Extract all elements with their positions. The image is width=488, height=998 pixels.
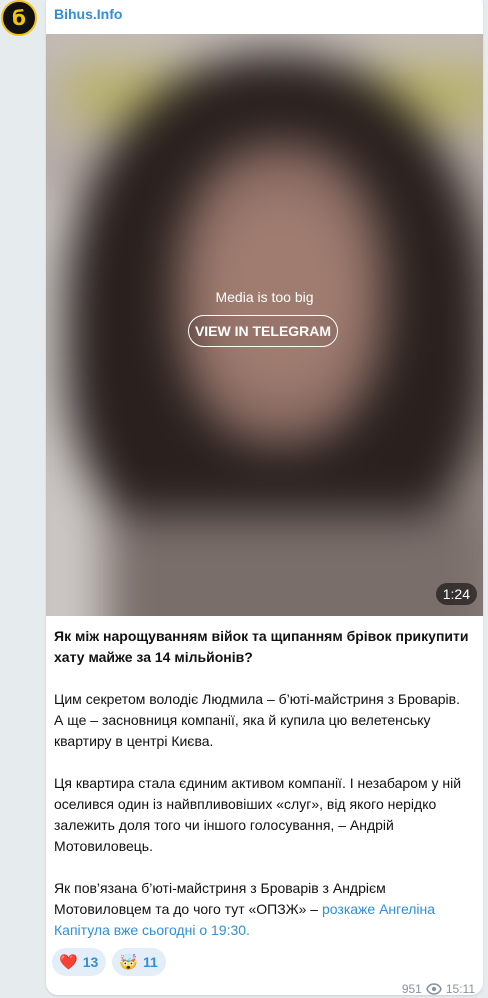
exploding-head-emoji-icon: 🤯 xyxy=(119,953,138,971)
video-preview[interactable]: Media is too big VIEW IN TELEGRAM 1:24 xyxy=(46,34,483,616)
post-text: Як між нарощуванням війок та щипанням бр… xyxy=(54,626,469,941)
view-count: 951 xyxy=(401,982,422,995)
heart-emoji-icon: ❤️ xyxy=(59,953,78,971)
post-headline: Як між нарощуванням війок та щипанням бр… xyxy=(54,628,469,665)
message-meta: 951 15:11 xyxy=(402,982,475,995)
channel-name[interactable]: Bihus.Info xyxy=(54,6,122,22)
reaction-count: 11 xyxy=(142,954,158,970)
reaction-exploding-head[interactable]: 🤯 11 xyxy=(112,948,166,976)
view-in-telegram-button[interactable]: VIEW IN TELEGRAM xyxy=(188,315,338,347)
post-paragraph: Як пов’язана б’юті-майстриня з Броварів … xyxy=(54,878,469,941)
post-paragraph: Цим секретом володіє Людмила – б’юті-май… xyxy=(54,691,460,749)
media-too-big-message: Media is too big xyxy=(215,289,314,305)
eye-icon xyxy=(426,983,442,995)
avatar-logo-glyph: б xyxy=(12,6,26,30)
reactions-bar: ❤️ 13 🤯 11 xyxy=(52,948,166,976)
channel-avatar[interactable]: б xyxy=(1,0,37,36)
message-time: 15:11 xyxy=(445,982,475,995)
video-duration-badge: 1:24 xyxy=(435,583,477,605)
reaction-heart[interactable]: ❤️ 13 xyxy=(52,948,107,976)
post-paragraph: Ця квартира стала єдиним активом компані… xyxy=(54,775,462,854)
message-bubble: Bihus.Info Media is too big VIEW IN TELE… xyxy=(46,0,483,995)
reaction-count: 13 xyxy=(82,954,99,970)
